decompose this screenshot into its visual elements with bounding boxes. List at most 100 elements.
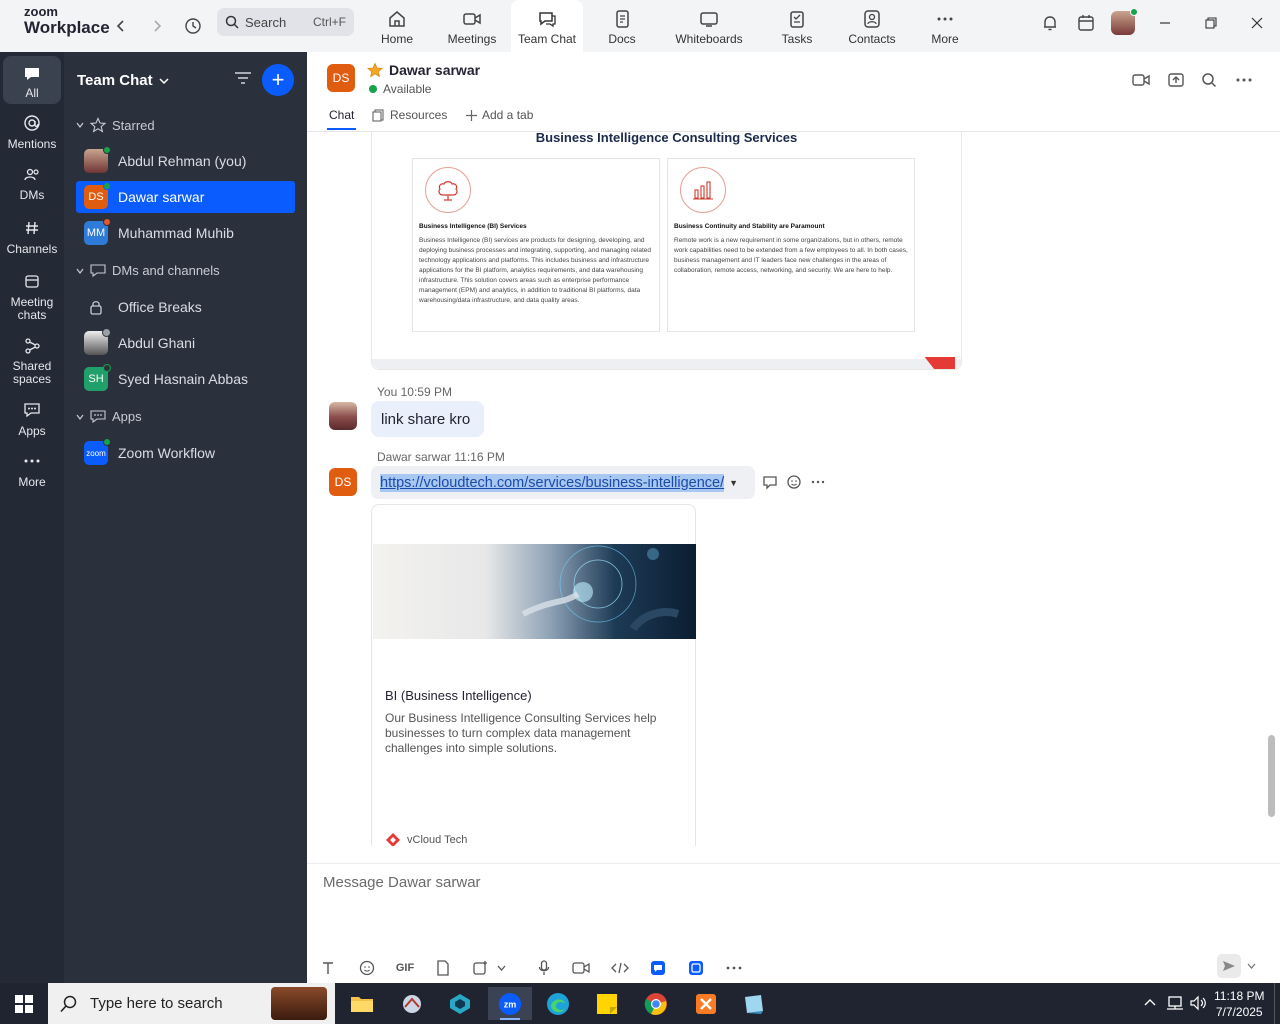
tab-contacts[interactable]: Contacts (836, 0, 908, 52)
new-chat-button[interactable]: + (262, 64, 294, 96)
scrollbar-thumb[interactable] (1268, 735, 1275, 817)
gif-button[interactable]: GIF (393, 958, 417, 978)
tab-team-chat[interactable]: Team Chat (511, 0, 583, 52)
composer-more-button[interactable] (723, 958, 745, 978)
brand-bottom: Workplace (24, 18, 110, 37)
taskbar-sticky-notes[interactable] (585, 987, 629, 1020)
page-preview-card[interactable]: Business Intelligence Consulting Service… (371, 132, 962, 370)
video-call-button[interactable] (1131, 72, 1151, 91)
left-rail: All Mentions DMs Channels Meeting chats … (0, 52, 64, 983)
taskbar-search[interactable]: Type here to search (48, 983, 335, 1024)
message-input[interactable]: Message Dawar sarwar (323, 874, 481, 891)
taskbar-chrome[interactable] (634, 987, 678, 1020)
tab-chat[interactable]: Chat (326, 108, 357, 130)
section-starred[interactable]: Starred (76, 117, 155, 133)
taskbar-zoom[interactable]: zm (488, 987, 532, 1020)
avatar (84, 146, 111, 173)
add-reaction-button[interactable] (786, 474, 802, 493)
global-search[interactable]: Search Ctrl+F (217, 8, 354, 36)
profile-avatar[interactable] (1107, 8, 1139, 36)
screenshot-button[interactable] (469, 958, 491, 978)
my-avatar[interactable] (329, 402, 357, 430)
caret-down-icon[interactable]: ▼ (729, 478, 738, 488)
sender-avatar[interactable]: DS (329, 468, 357, 496)
taskbar-edge[interactable] (536, 987, 580, 1020)
sidebar-item-syed-hasnain-abbas[interactable]: SH Syed Hasnain Abbas (76, 363, 295, 395)
contact-avatar[interactable]: DS (327, 64, 355, 92)
link-message[interactable]: https://vcloudtech.com/services/business… (371, 466, 755, 499)
video-message-button[interactable] (570, 958, 592, 978)
system-clock[interactable]: 11:18 PM 7/7/2025 (1214, 988, 1264, 1020)
preview-title[interactable]: BI (Business Intelligence) (385, 688, 532, 703)
rail-shared-spaces[interactable]: Shared spaces (3, 337, 61, 386)
show-hidden-icons[interactable] (1144, 995, 1156, 1010)
rail-mentions[interactable]: Mentions (3, 114, 61, 151)
start-button[interactable] (2, 987, 46, 1020)
chat-header: DS Dawar sarwar Available Chat Resources… (307, 52, 1280, 132)
app-shortcut-button[interactable] (647, 958, 669, 978)
format-text-button[interactable] (317, 958, 339, 978)
forward-button[interactable] (144, 13, 170, 39)
send-button[interactable] (1217, 954, 1241, 978)
section-apps[interactable]: Apps (76, 409, 142, 424)
rail-more[interactable]: More (3, 456, 61, 489)
tab-docs[interactable]: Docs (586, 0, 658, 52)
shared-link[interactable]: https://vcloudtech.com/services/business… (380, 473, 725, 492)
sidebar-item-office-breaks[interactable]: Office Breaks (76, 291, 295, 323)
show-desktop-button[interactable] (1274, 983, 1280, 1024)
message-more-button[interactable] (811, 474, 825, 493)
emoji-button[interactable] (356, 958, 378, 978)
tab-home[interactable]: Home (361, 0, 433, 52)
rail-channels[interactable]: Channels (3, 220, 61, 256)
star-filled-icon (367, 62, 383, 78)
search-chat-button[interactable] (1201, 72, 1217, 91)
sidebar-item-abdul-ghani[interactable]: Abdul Ghani (76, 327, 295, 359)
rail-meeting-chats[interactable]: Meeting chats (3, 273, 61, 322)
item-label: Muhammad Muhib (118, 225, 234, 241)
minimize-button[interactable] (1149, 10, 1181, 36)
tab-whiteboards[interactable]: Whiteboards (661, 0, 757, 52)
taskbar-app-9[interactable] (732, 987, 776, 1020)
app-shortcut-button-2[interactable] (685, 958, 707, 978)
taskbar-xampp[interactable] (684, 987, 728, 1020)
add-tab-button[interactable]: Add a tab (466, 108, 533, 122)
rail-dms[interactable]: DMs (3, 167, 61, 202)
filter-button[interactable] (234, 70, 252, 89)
taskbar-file-explorer[interactable] (340, 987, 384, 1020)
more-options-button[interactable] (1235, 72, 1253, 91)
taskbar-app-3[interactable] (438, 987, 482, 1020)
share-screen-button[interactable] (1167, 72, 1185, 91)
notifications-button[interactable] (1034, 10, 1066, 36)
back-button[interactable] (108, 13, 134, 39)
tab-meetings[interactable]: Meetings (436, 0, 508, 52)
network-status[interactable] (1166, 995, 1184, 1014)
message-bubble[interactable]: link share kro (371, 401, 485, 437)
link-preview-card[interactable]: BI (Business Intelligence) Our Business … (371, 504, 696, 846)
audio-message-button[interactable] (533, 958, 555, 978)
taskbar-app-2[interactable] (390, 987, 434, 1020)
close-button[interactable] (1241, 10, 1273, 36)
calendar-button[interactable] (1070, 10, 1102, 36)
restore-button[interactable] (1195, 10, 1227, 36)
code-snippet-button[interactable] (609, 958, 631, 978)
chevron-down-icon[interactable] (1247, 963, 1256, 969)
sidebar-item-muhammad-muhib[interactable]: MM Muhammad Muhib (76, 217, 295, 249)
chat-app-icon (651, 961, 665, 975)
history-button[interactable] (180, 13, 206, 39)
sidebar-item-abdul-rehman[interactable]: Abdul Rehman (you) (76, 145, 295, 177)
section-dms-channels[interactable]: DMs and channels (76, 263, 220, 278)
screenshot-options-button[interactable] (494, 958, 508, 978)
sidebar-item-dawar-sarwar[interactable]: DS Dawar sarwar (76, 181, 295, 213)
attach-file-button[interactable] (432, 958, 454, 978)
tab-resources[interactable]: Resources (372, 108, 447, 122)
reply-button[interactable] (762, 474, 778, 493)
rail-apps[interactable]: Apps (3, 402, 61, 438)
tab-tasks[interactable]: Tasks (761, 0, 833, 52)
rail-all[interactable]: All (3, 56, 61, 104)
tab-more[interactable]: More (909, 0, 981, 52)
sidebar-title[interactable]: Team Chat (77, 72, 169, 89)
message-list[interactable]: Business Intelligence Consulting Service… (307, 132, 1280, 846)
contact-name[interactable]: Dawar sarwar (367, 62, 480, 78)
sidebar-item-zoom-workflow[interactable]: zoom Zoom Workflow (76, 437, 295, 469)
volume-control[interactable] (1190, 995, 1208, 1014)
